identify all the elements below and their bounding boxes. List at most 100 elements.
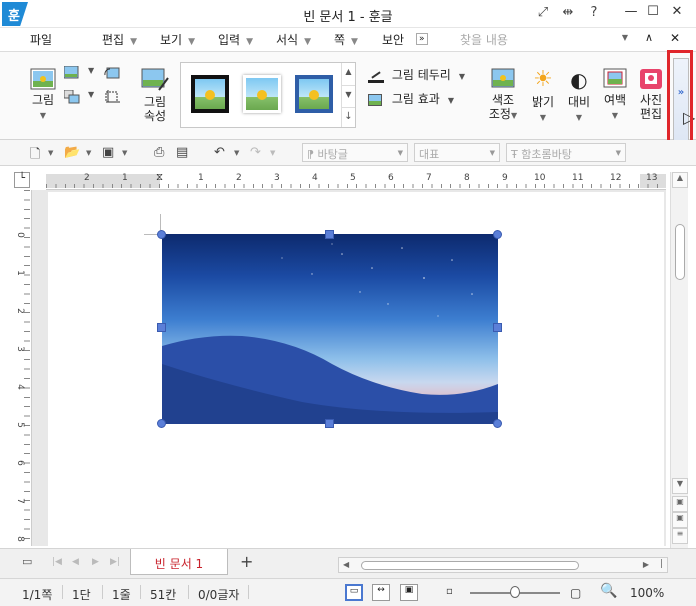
crop-icon[interactable] [104, 90, 120, 107]
resize-handle-left[interactable] [157, 323, 166, 332]
horizontal-scroll-thumb[interactable] [361, 561, 579, 570]
add-tab-button[interactable]: + [240, 552, 253, 571]
resize-handle-bottom[interactable] [325, 419, 334, 428]
menu-file[interactable]: 파일 [30, 31, 52, 48]
ruler-number: 7 [426, 173, 432, 183]
split-view-icon[interactable]: ⇹ [558, 5, 578, 20]
menu-edit[interactable]: 편집 ▼ [102, 31, 137, 48]
scroll-up-button[interactable]: ▲ [672, 172, 688, 188]
contrast-icon: ◐ [570, 68, 588, 92]
font-combo[interactable]: Ŧ 함초롬바탕 ▼ [506, 143, 626, 162]
insert-dropdown-icon[interactable]: ▼ [88, 66, 94, 75]
status-page[interactable]: 1/1쪽 [22, 586, 52, 603]
memo-icon[interactable]: ▭ [22, 555, 32, 568]
print-icon[interactable]: ⎙ [154, 145, 164, 160]
picture-style-gallery[interactable]: ▲ ▼ ↓ [180, 62, 356, 128]
tab-type-corner[interactable]: └ [14, 172, 30, 188]
style-thumb-white-frame[interactable] [243, 75, 281, 113]
picture-button[interactable]: 그림 ▼ [28, 68, 58, 123]
style-combo[interactable]: ⁋ 바탕글 ▼ [302, 143, 408, 162]
view-full-button[interactable]: ▣ [400, 584, 418, 601]
help-icon[interactable]: ? [584, 5, 604, 20]
collapse-ribbon-icon[interactable]: ∧ [645, 31, 653, 44]
open-folder-icon[interactable]: 📂 [64, 145, 80, 160]
gallery-scroll[interactable]: ▲ ▼ ↓ [341, 63, 355, 127]
menu-security[interactable]: 보안 [382, 31, 404, 48]
scroll-left-button[interactable]: ◀ [343, 560, 349, 569]
inserted-picture[interactable] [162, 234, 498, 424]
save-icon[interactable]: ▣ [102, 145, 114, 160]
new-document-icon[interactable]: 🗋 [30, 145, 40, 167]
resize-handle-top-left[interactable] [157, 230, 166, 239]
horizontal-ruler[interactable]: 2 1 1 2 3 4 5 6 7 8 9 10 11 12 13 ⧖ [46, 172, 666, 190]
undo-dropdown-icon[interactable]: ▼ [234, 149, 239, 157]
next-tab-button[interactable]: ▶ [92, 557, 99, 567]
zoom-in-icon[interactable]: ▢ [570, 586, 581, 600]
resize-handle-right[interactable] [493, 323, 502, 332]
page-jump-button[interactable]: ≡ [672, 528, 688, 544]
open-dropdown-icon[interactable]: ▼ [86, 149, 91, 157]
prev-tab-button[interactable]: ◀ [72, 557, 79, 567]
zoom-out-icon[interactable]: ▫ [446, 586, 453, 597]
margin-icon [603, 68, 627, 88]
maximize-button[interactable]: ☐ [642, 4, 664, 24]
photo-edit-button[interactable]: 사진 편집 [636, 68, 666, 121]
ruler-number: 12 [610, 173, 622, 183]
undo-icon[interactable]: ↶ [214, 145, 225, 160]
zoom-level[interactable]: 100% [630, 586, 664, 600]
contrast-button[interactable]: ◐ 대비 ▼ [564, 68, 594, 125]
status-line: 1줄 [112, 588, 131, 602]
ruler-number: 5 [350, 173, 356, 183]
resize-handle-bottom-right[interactable] [493, 419, 502, 428]
brightness-button[interactable]: ☀ 밝기 ▼ [528, 68, 558, 125]
menu-view[interactable]: 보기 ▼ [160, 31, 195, 48]
margin-button[interactable]: 여백 ▼ [600, 68, 630, 123]
new-dropdown-icon[interactable]: ▼ [48, 149, 53, 157]
next-page-button[interactable]: ▣ [672, 512, 688, 528]
tab-document-1[interactable]: 빈 문서 1 [130, 549, 228, 575]
resize-handle-bottom-left[interactable] [157, 419, 166, 428]
menu-more-button[interactable]: » [416, 33, 428, 45]
paragraph-combo[interactable]: 대표 ▼ [414, 143, 500, 162]
view-width-button[interactable]: ↔ [372, 584, 390, 601]
resize-handle-top-right[interactable] [493, 230, 502, 239]
last-tab-button[interactable]: ▶| [110, 557, 120, 567]
split-handle-icon[interactable]: | [660, 559, 663, 569]
style-thumb-black-frame[interactable] [191, 75, 229, 113]
vertical-scroll-thumb[interactable] [675, 224, 685, 280]
close-doc-icon[interactable]: ✕ [670, 31, 680, 45]
redo-icon[interactable]: ↷ [250, 145, 261, 160]
group-icon[interactable] [63, 89, 80, 107]
prev-page-button[interactable]: ▣ [672, 496, 688, 512]
scroll-down-button[interactable]: ▼ [672, 478, 688, 494]
picture-border-button[interactable]: 그림 테두리 ▼ [368, 66, 465, 83]
zoom-slider-knob[interactable] [510, 586, 520, 598]
close-button[interactable]: ✕ [666, 4, 688, 24]
insert-image-small-icon[interactable] [63, 65, 80, 83]
resize-handle-top[interactable] [325, 230, 334, 239]
vertical-ruler[interactable]: 0 1 2 3 4 5 6 7 8 [14, 190, 32, 546]
menu-page[interactable]: 쪽 ▼ [334, 31, 358, 48]
search-input[interactable]: 찾을 내용 ▼ [456, 31, 634, 49]
color-adjust-icon [491, 68, 515, 88]
view-page-button[interactable]: ▭ [345, 584, 363, 601]
style-thumb-blue-frame[interactable] [295, 75, 333, 113]
scroll-right-button[interactable]: ▶ [643, 560, 649, 569]
color-adjust-button[interactable]: 색조 조정▼ [488, 68, 518, 123]
picture-effect-button[interactable]: 그림 효과 ▼ [368, 90, 454, 107]
fullscreen-icon[interactable]: ⤢ [533, 5, 553, 20]
rotate-icon[interactable] [104, 66, 120, 83]
horizontal-scrollbar[interactable]: ◀ ▶ | [338, 557, 668, 573]
save-dropdown-icon[interactable]: ▼ [122, 149, 127, 157]
group-dropdown-icon[interactable]: ▼ [88, 90, 94, 99]
picture-properties-button[interactable]: 그림 속성 [138, 68, 172, 123]
preview-icon[interactable]: ▤ [176, 145, 188, 160]
menu-insert[interactable]: 입력 ▼ [218, 31, 253, 48]
menu-format[interactable]: 서식 ▼ [276, 31, 311, 48]
redo-dropdown-icon[interactable]: ▼ [270, 149, 275, 157]
zoom-icon[interactable]: 🔍 [600, 583, 617, 599]
vertical-scrollbar[interactable]: ▲ ▼ ▣ ▣ ≡ [670, 172, 688, 548]
indent-marker-icon[interactable]: ⧖ [156, 172, 163, 183]
first-tab-button[interactable]: |◀ [52, 557, 62, 567]
minimize-button[interactable]: — [620, 4, 642, 24]
